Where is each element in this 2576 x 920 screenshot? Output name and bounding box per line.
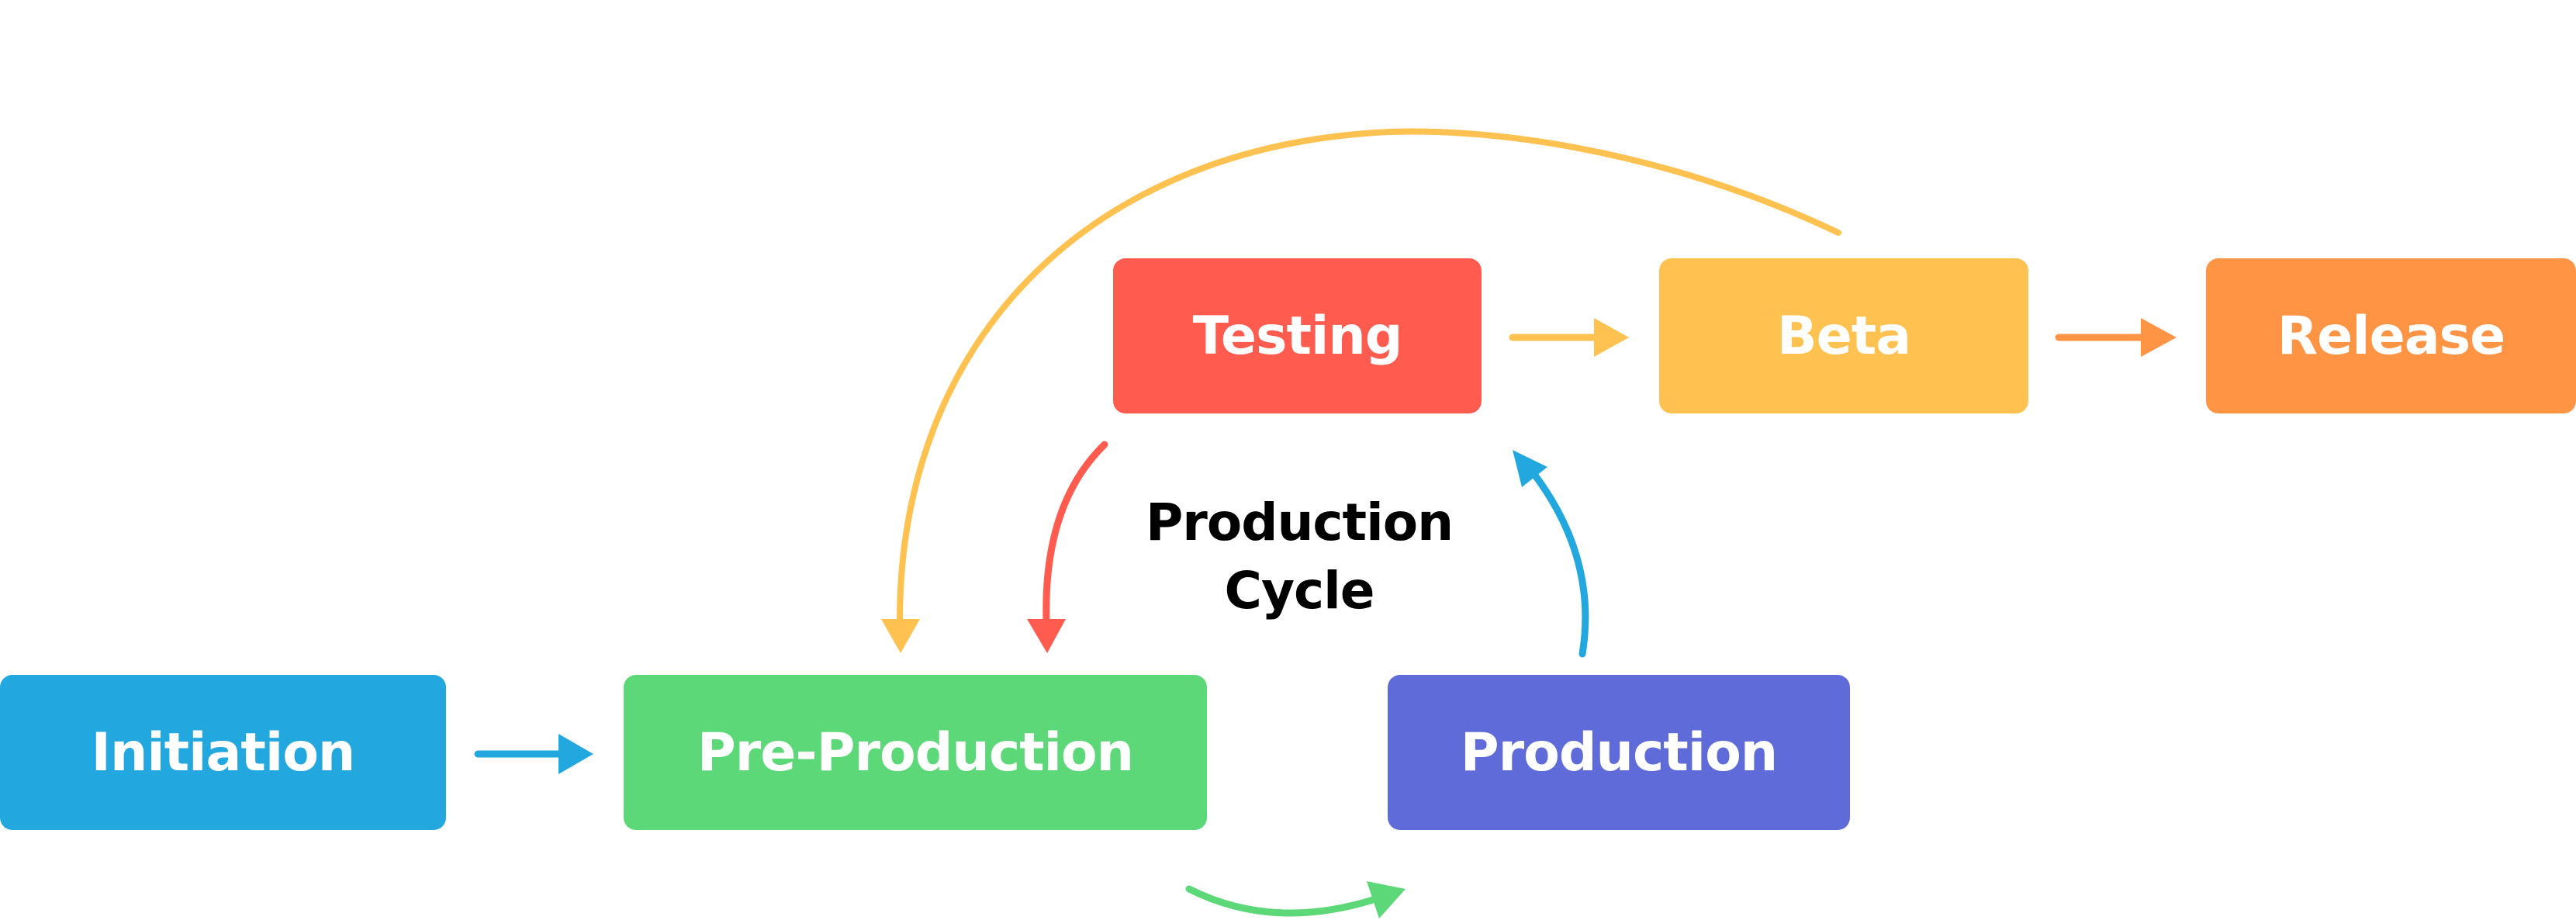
node-label: Beta xyxy=(1776,305,1911,367)
edge-preproduction-to-production xyxy=(1185,881,1406,918)
arrowhead-icon xyxy=(558,734,593,774)
arrowhead-icon xyxy=(881,619,920,653)
edge-production-to-testing xyxy=(1513,450,1589,658)
node-production: Production xyxy=(1388,675,1850,830)
node-label: Pre-Production xyxy=(697,721,1134,783)
cycle-label: Production Cycle xyxy=(1117,489,1482,625)
node-pre-production: Pre-Production xyxy=(624,675,1207,830)
node-release: Release xyxy=(2206,258,2576,413)
arrowhead-icon xyxy=(2141,318,2177,357)
arrowhead-icon xyxy=(1027,619,1066,653)
arrowhead-icon xyxy=(1594,318,1629,357)
edge-initiation-to-preproduction xyxy=(474,734,593,774)
node-beta: Beta xyxy=(1659,258,2028,413)
cycle-label-line1: Production xyxy=(1145,493,1454,552)
node-label: Production xyxy=(1460,721,1778,783)
cycle-label-line2: Cycle xyxy=(1224,561,1375,621)
node-label: Testing xyxy=(1192,305,1403,367)
node-label: Initiation xyxy=(91,721,356,783)
edge-beta-to-release xyxy=(2055,318,2177,357)
node-label: Release xyxy=(2277,305,2505,367)
node-testing: Testing xyxy=(1113,258,1482,413)
node-initiation: Initiation xyxy=(0,675,446,830)
edge-testing-to-preproduction xyxy=(1027,441,1108,653)
edge-testing-to-beta xyxy=(1509,318,1629,357)
